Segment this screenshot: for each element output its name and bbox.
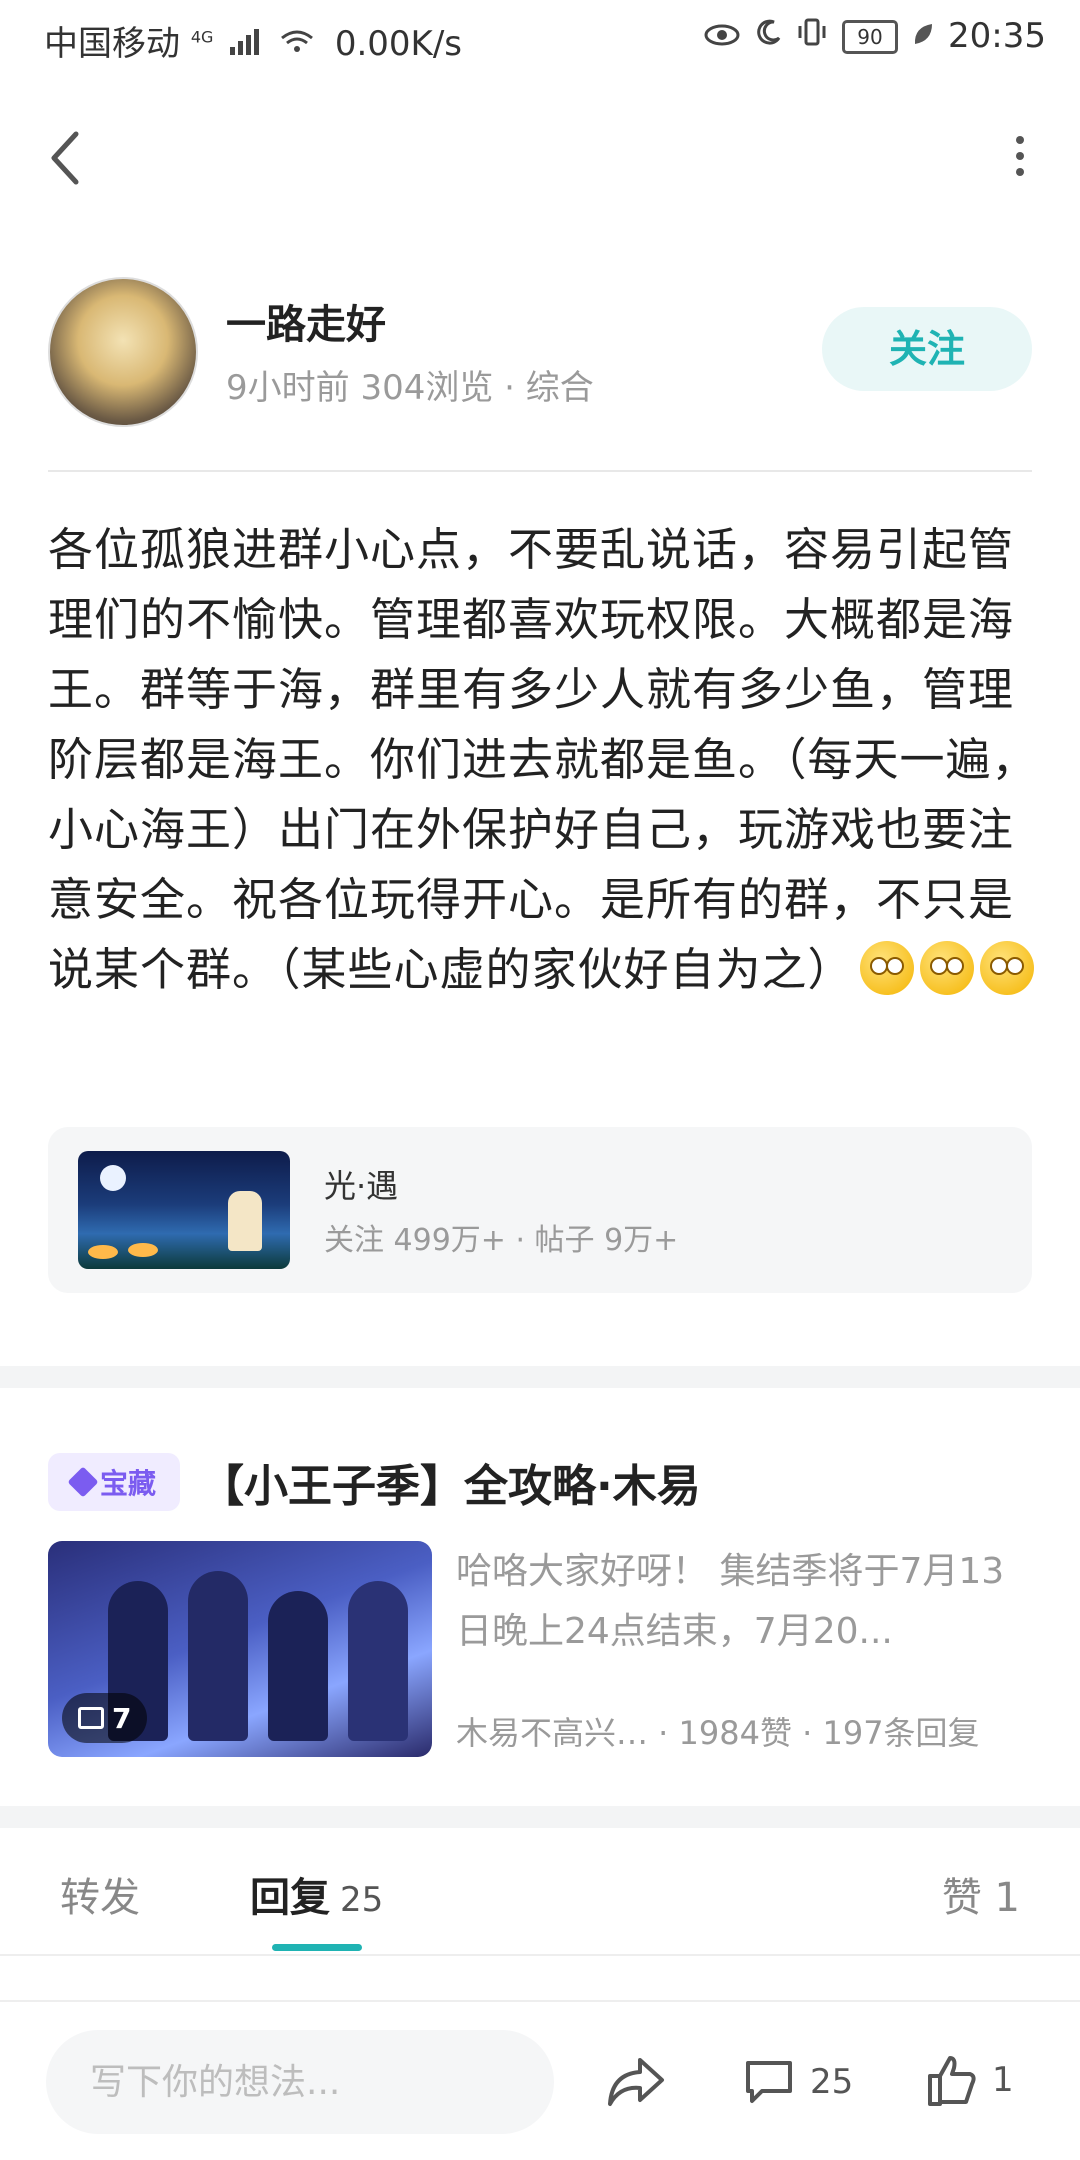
divider (0, 2000, 1080, 2002)
network-speed: 0.00K/s (334, 24, 462, 64)
treasure-badge-label: 宝藏 (99, 1467, 156, 1500)
section-separator (0, 1806, 1080, 1828)
more-vertical-icon (1016, 136, 1024, 176)
share-button[interactable] (604, 2052, 668, 2112)
tab-reply-label: 回复 (250, 1875, 330, 1921)
tab-reply-count: 25 (340, 1880, 384, 1920)
tab-like[interactable]: 赞 1 (942, 1865, 1020, 1923)
likes-count: 1 (992, 2060, 1014, 2100)
eye-roll-emoji-icon (919, 941, 974, 995)
comment-input[interactable] (46, 2030, 554, 2134)
status-left: 中国移动 4G 0.00K/s (44, 16, 462, 65)
thumbs-up-icon (928, 2056, 976, 2106)
eye-icon (704, 16, 740, 56)
recommended-post-image[interactable]: 7 (48, 1541, 432, 1757)
status-right: 90 20:35 (704, 16, 1046, 56)
post-meta: 9小时前 304浏览 · 综合 (226, 368, 594, 408)
recommended-post-title[interactable]: 【小王子季】全攻略·木易 (200, 1450, 701, 1514)
image-count: 7 (112, 1701, 132, 1735)
image-icon (78, 1707, 104, 1729)
status-bar: 中国移动 4G 0.00K/s 90 20:35 (0, 0, 1080, 76)
post-content: 各位孤狼进群小心点，不要乱说话，容易引起管理们的不愉快。管理都喜欢玩权限。大概都… (48, 515, 1038, 1005)
tab-reply[interactable]: 回复 25 (250, 1865, 383, 1923)
back-button[interactable] (40, 118, 92, 198)
community-stats: 关注 499万+ · 帖子 9万+ (324, 1223, 679, 1258)
carrier-label: 中国移动 (44, 24, 180, 64)
author-name[interactable]: 一路走好 (226, 292, 386, 350)
community-thumbnail (78, 1151, 290, 1269)
diamond-icon (67, 1466, 99, 1498)
signal-icon (230, 27, 260, 55)
eye-roll-emoji-icon (979, 941, 1034, 995)
divider (0, 1954, 1080, 1956)
follow-button[interactable]: 关注 (822, 307, 1032, 391)
vibrate-icon (796, 16, 828, 56)
eye-roll-emoji-icon (859, 941, 914, 995)
recommended-post-meta: 木易不高兴… · 1984赞 · 197条回复 (456, 1714, 980, 1752)
community-name: 光·遇 (324, 1167, 399, 1205)
share-icon (608, 2058, 664, 2106)
divider (48, 470, 1032, 472)
chevron-left-icon (51, 131, 79, 185)
recommended-post-description[interactable]: 哈咯大家好呀！ 集结季将于7月13日晚上24点结束，7月20... (456, 1542, 1036, 1662)
clock-time: 20:35 (948, 16, 1046, 56)
treasure-badge: 宝藏 (48, 1453, 180, 1511)
leaf-icon (912, 16, 934, 56)
comments-button[interactable]: 25 (742, 2052, 853, 2112)
active-tab-indicator (272, 1944, 362, 1951)
more-options-button[interactable] (1000, 128, 1040, 188)
battery-icon: 90 (842, 20, 899, 54)
comments-count: 25 (810, 2062, 854, 2102)
community-card[interactable]: 光·遇 关注 499万+ · 帖子 9万+ (48, 1127, 1032, 1293)
post-text: 各位孤狼进群小心点，不要乱说话，容易引起管理们的不愉快。管理都喜欢玩权限。大概都… (48, 523, 1038, 996)
tab-forward[interactable]: 转发 (60, 1865, 140, 1923)
image-count-badge: 7 (62, 1693, 148, 1743)
comment-icon (746, 2061, 792, 2103)
like-button[interactable]: 1 (924, 2048, 1014, 2112)
avatar[interactable] (48, 277, 198, 427)
moon-icon (754, 16, 782, 56)
network-type: 4G (190, 27, 214, 47)
wifi-icon (280, 24, 325, 64)
section-separator (0, 1366, 1080, 1388)
